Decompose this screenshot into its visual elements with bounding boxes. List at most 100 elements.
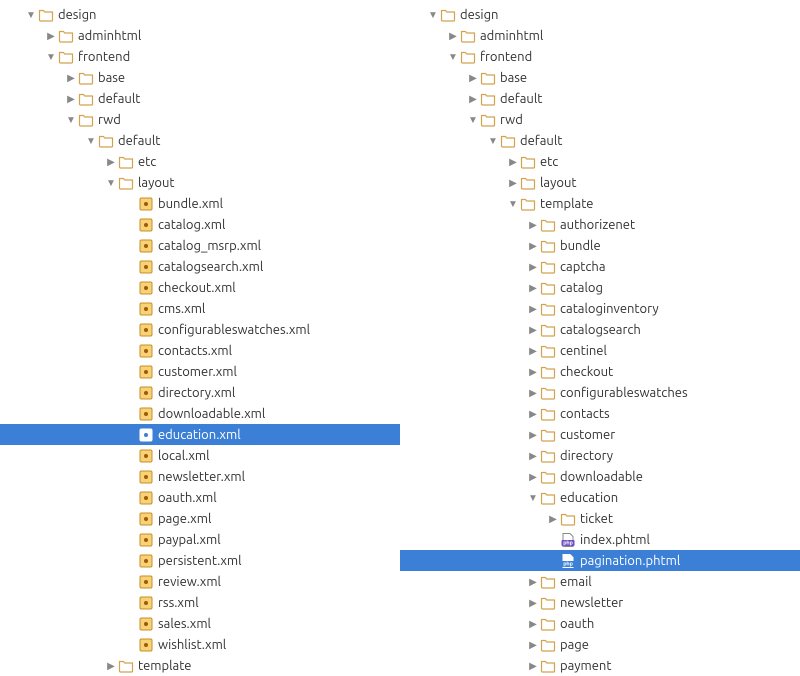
tree-folder-row[interactable]: ▶page <box>400 634 800 655</box>
tree-folder-row[interactable]: ▼rwd <box>0 109 400 130</box>
tree-folder-row[interactable]: ▶configurableswatches <box>400 382 800 403</box>
tree-folder-row[interactable]: ▶base <box>400 67 800 88</box>
chevron-right-icon[interactable]: ▶ <box>64 73 78 83</box>
chevron-right-icon[interactable]: ▶ <box>526 577 540 587</box>
tree-folder-row[interactable]: ▶email <box>400 571 800 592</box>
chevron-right-icon[interactable]: ▶ <box>44 31 58 41</box>
tree-folder-row[interactable]: ▶checkout <box>400 361 800 382</box>
chevron-down-icon[interactable]: ▼ <box>64 115 78 125</box>
chevron-right-icon[interactable]: ▶ <box>526 388 540 398</box>
chevron-right-icon[interactable]: ▶ <box>466 73 480 83</box>
tree-folder-row[interactable]: ▶layout <box>400 172 800 193</box>
chevron-down-icon[interactable]: ▼ <box>84 136 98 146</box>
tree-folder-row[interactable]: ▶contacts <box>400 403 800 424</box>
chevron-down-icon[interactable]: ▼ <box>44 52 58 62</box>
tree-folder-row[interactable]: ▼template <box>400 193 800 214</box>
tree-folder-row[interactable]: ▶catalogsearch <box>400 319 800 340</box>
chevron-right-icon[interactable]: ▶ <box>446 31 460 41</box>
tree-file-row[interactable]: ▶newsletter.xml <box>0 466 400 487</box>
chevron-right-icon[interactable]: ▶ <box>104 157 118 167</box>
tree-file-row[interactable]: ▶directory.xml <box>0 382 400 403</box>
tree-folder-row[interactable]: ▶directory <box>400 445 800 466</box>
tree-folder-row[interactable]: ▶default <box>400 88 800 109</box>
chevron-right-icon[interactable]: ▶ <box>526 220 540 230</box>
tree-folder-row[interactable]: ▼frontend <box>0 46 400 67</box>
tree-folder-row[interactable]: ▶adminhtml <box>400 25 800 46</box>
tree-folder-row[interactable]: ▶etc <box>400 151 800 172</box>
tree-file-row[interactable]: ▶persistent.xml <box>0 550 400 571</box>
tree-folder-row[interactable]: ▶newsletter <box>400 592 800 613</box>
tree-folder-row[interactable]: ▶bundle <box>400 235 800 256</box>
tree-folder-row[interactable]: ▼layout <box>0 172 400 193</box>
tree-folder-row[interactable]: ▶base <box>0 67 400 88</box>
tree-file-row[interactable]: ▶bundle.xml <box>0 193 400 214</box>
tree-folder-row[interactable]: ▼default <box>0 130 400 151</box>
tree-folder-row[interactable]: ▶etc <box>0 151 400 172</box>
tree-file-row[interactable]: ▶cms.xml <box>0 298 400 319</box>
tree-folder-row[interactable]: ▶captcha <box>400 256 800 277</box>
chevron-down-icon[interactable]: ▼ <box>24 10 38 20</box>
chevron-right-icon[interactable]: ▶ <box>526 430 540 440</box>
tree-folder-row[interactable]: ▼design <box>0 4 400 25</box>
tree-file-row[interactable]: ▶phppagination.phtml <box>400 550 800 571</box>
tree-folder-row[interactable]: ▼education <box>400 487 800 508</box>
tree-folder-row[interactable]: ▼default <box>400 130 800 151</box>
tree-folder-row[interactable]: ▶authorizenet <box>400 214 800 235</box>
tree-folder-row[interactable]: ▶customer <box>400 424 800 445</box>
chevron-right-icon[interactable]: ▶ <box>526 325 540 335</box>
chevron-right-icon[interactable]: ▶ <box>526 598 540 608</box>
tree-file-row[interactable]: ▶wishlist.xml <box>0 634 400 655</box>
chevron-down-icon[interactable]: ▼ <box>526 493 540 503</box>
tree-folder-row[interactable]: ▶payment <box>400 655 800 676</box>
tree-folder-row[interactable]: ▶downloadable <box>400 466 800 487</box>
tree-folder-row[interactable]: ▼rwd <box>400 109 800 130</box>
tree-file-row[interactable]: ▶phpindex.phtml <box>400 529 800 550</box>
tree-file-row[interactable]: ▶page.xml <box>0 508 400 529</box>
tree-folder-row[interactable]: ▶oauth <box>400 613 800 634</box>
chevron-right-icon[interactable]: ▶ <box>526 619 540 629</box>
chevron-down-icon[interactable]: ▼ <box>506 199 520 209</box>
tree-file-row[interactable]: ▶configurableswatches.xml <box>0 319 400 340</box>
chevron-right-icon[interactable]: ▶ <box>526 262 540 272</box>
tree-folder-row[interactable]: ▶ticket <box>400 508 800 529</box>
chevron-down-icon[interactable]: ▼ <box>426 10 440 20</box>
tree-file-row[interactable]: ▶rss.xml <box>0 592 400 613</box>
chevron-right-icon[interactable]: ▶ <box>526 451 540 461</box>
chevron-right-icon[interactable]: ▶ <box>506 157 520 167</box>
tree-folder-row[interactable]: ▶catalog <box>400 277 800 298</box>
tree-file-row[interactable]: ▶oauth.xml <box>0 487 400 508</box>
chevron-right-icon[interactable]: ▶ <box>526 241 540 251</box>
tree-file-row[interactable]: ▶paypal.xml <box>0 529 400 550</box>
chevron-right-icon[interactable]: ▶ <box>546 514 560 524</box>
chevron-down-icon[interactable]: ▼ <box>104 178 118 188</box>
chevron-right-icon[interactable]: ▶ <box>526 283 540 293</box>
tree-folder-row[interactable]: ▶adminhtml <box>0 25 400 46</box>
chevron-right-icon[interactable]: ▶ <box>64 94 78 104</box>
chevron-right-icon[interactable]: ▶ <box>526 472 540 482</box>
chevron-right-icon[interactable]: ▶ <box>466 94 480 104</box>
chevron-right-icon[interactable]: ▶ <box>526 661 540 671</box>
tree-folder-row[interactable]: ▼frontend <box>400 46 800 67</box>
chevron-right-icon[interactable]: ▶ <box>526 367 540 377</box>
chevron-right-icon[interactable]: ▶ <box>526 304 540 314</box>
tree-file-row[interactable]: ▶education.xml <box>0 424 400 445</box>
tree-file-row[interactable]: ▶review.xml <box>0 571 400 592</box>
chevron-right-icon[interactable]: ▶ <box>526 346 540 356</box>
tree-folder-row[interactable]: ▶template <box>0 655 400 676</box>
chevron-down-icon[interactable]: ▼ <box>446 52 460 62</box>
tree-folder-row[interactable]: ▶cataloginventory <box>400 298 800 319</box>
tree-file-row[interactable]: ▶sales.xml <box>0 613 400 634</box>
tree-file-row[interactable]: ▶local.xml <box>0 445 400 466</box>
chevron-right-icon[interactable]: ▶ <box>526 640 540 650</box>
chevron-right-icon[interactable]: ▶ <box>526 409 540 419</box>
tree-file-row[interactable]: ▶catalog.xml <box>0 214 400 235</box>
chevron-down-icon[interactable]: ▼ <box>466 115 480 125</box>
tree-file-row[interactable]: ▶downloadable.xml <box>0 403 400 424</box>
chevron-right-icon[interactable]: ▶ <box>104 661 118 671</box>
tree-file-row[interactable]: ▶catalogsearch.xml <box>0 256 400 277</box>
tree-folder-row[interactable]: ▶centinel <box>400 340 800 361</box>
tree-folder-row[interactable]: ▼design <box>400 4 800 25</box>
tree-folder-row[interactable]: ▶default <box>0 88 400 109</box>
tree-file-row[interactable]: ▶contacts.xml <box>0 340 400 361</box>
tree-file-row[interactable]: ▶checkout.xml <box>0 277 400 298</box>
